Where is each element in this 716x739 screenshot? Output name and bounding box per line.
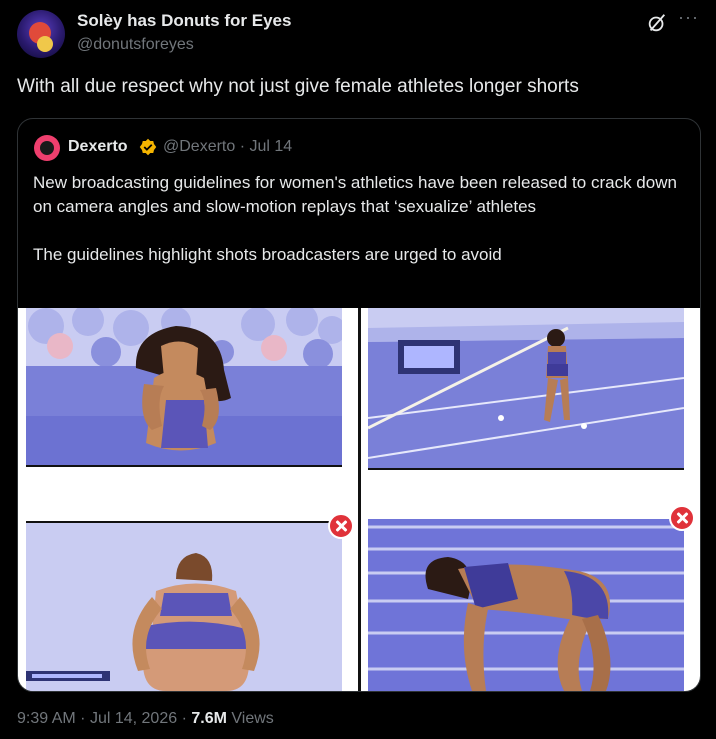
quote-meta: @Dexerto · Jul 14 [163, 138, 292, 156]
quote-author-name[interactable]: Dexerto [68, 138, 128, 156]
quoted-tweet-card[interactable]: Dexerto @Dexerto · Jul 14 New broadcasti… [17, 118, 701, 692]
x-mark-icon [669, 505, 695, 531]
verified-badge-icon [139, 138, 157, 156]
quote-paragraph: The guidelines highlight shots broadcast… [33, 245, 502, 264]
tweet-time[interactable]: 9:39 AM [17, 710, 76, 727]
illustration-pole-vaulter[interactable] [368, 308, 684, 470]
tweet-text: With all due respect why not just give f… [17, 76, 579, 97]
view-count: 7.6M [191, 710, 227, 727]
tweet-date[interactable]: Jul 14, 2026 [90, 710, 177, 727]
avatar-shape [37, 36, 53, 52]
illustration-crouching-athlete[interactable] [368, 519, 684, 691]
quote-date[interactable]: Jul 14 [250, 138, 293, 155]
more-icon[interactable]: ··· [678, 7, 699, 28]
quote-avatar[interactable] [34, 135, 60, 161]
author-display-name[interactable]: Solèy has Donuts for Eyes [77, 11, 291, 31]
grok-icon[interactable] [646, 12, 668, 34]
author-avatar[interactable] [17, 10, 65, 58]
views-label: Views [231, 710, 274, 727]
media-divider [358, 308, 361, 691]
separator-dot: · [80, 710, 86, 727]
separator-dot: · [239, 138, 246, 155]
tweet-metadata: 9:39 AM · Jul 14, 2026 · 7.6M Views [17, 710, 274, 728]
quote-paragraph: New broadcasting guidelines for women's … [33, 173, 677, 216]
illustration-athlete-from-behind[interactable] [26, 521, 342, 691]
author-handle[interactable]: @donutsforeyes [77, 36, 194, 54]
x-mark-icon [328, 513, 354, 539]
separator-dot: · [181, 710, 187, 727]
media-grid[interactable] [18, 308, 700, 691]
illustration-athlete-covering-face[interactable] [26, 308, 342, 467]
quote-author-handle[interactable]: @Dexerto [163, 138, 235, 155]
quote-text: New broadcasting guidelines for women's … [33, 171, 683, 267]
